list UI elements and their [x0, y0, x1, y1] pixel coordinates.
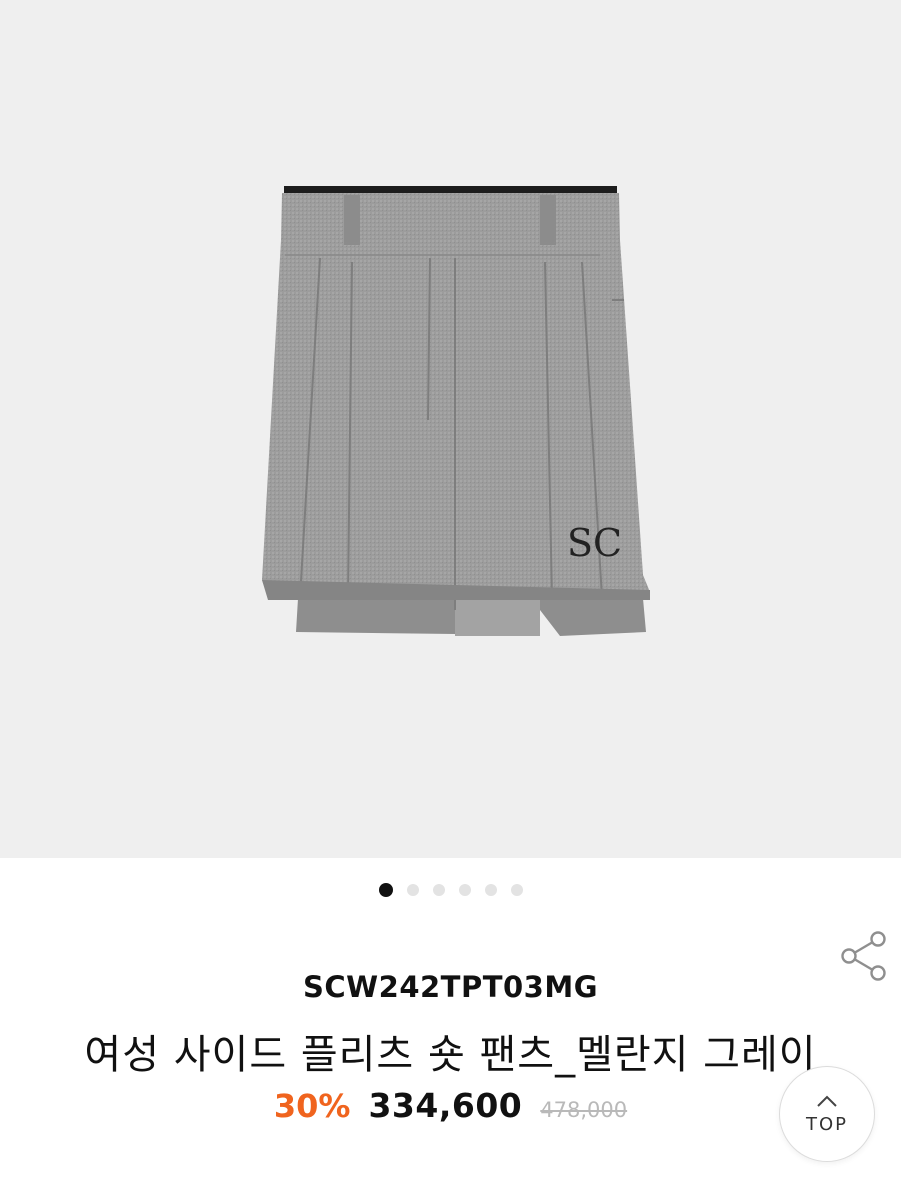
- chevron-up-icon: [817, 1095, 837, 1107]
- scroll-to-top-label: TOP: [805, 1113, 849, 1135]
- product-title: 여성 사이드 플리츠 숏 팬츠_멜란지 그레이: [84, 1032, 817, 1078]
- carousel-pagination: [0, 880, 901, 900]
- sale-price: 334,600: [368, 1086, 523, 1125]
- carousel-dot-2[interactable]: [406, 884, 419, 896]
- garment-logo: SC: [567, 521, 622, 565]
- product-detail-page: SC SCW242TPT03MG 여성 사이드 플리츠 숏 팬츠_멜란지 그레이…: [0, 0, 901, 1200]
- product-sku: SCW242TPT03MG: [302, 970, 599, 1004]
- skort-illustration: SC: [262, 186, 650, 636]
- carousel-dot-4[interactable]: [458, 884, 471, 896]
- carousel-dot-5[interactable]: [484, 884, 497, 896]
- carousel-dot-6[interactable]: [510, 884, 523, 896]
- original-price: 478,000: [540, 1098, 628, 1122]
- carousel-dot-3[interactable]: [432, 884, 445, 896]
- scroll-to-top-button[interactable]: TOP: [779, 1066, 875, 1162]
- product-image[interactable]: SC: [0, 0, 901, 858]
- discount-rate: 30%: [273, 1087, 351, 1125]
- carousel-dot-1[interactable]: [378, 883, 393, 897]
- price-row: 30% 334,600 478,000: [0, 1086, 901, 1125]
